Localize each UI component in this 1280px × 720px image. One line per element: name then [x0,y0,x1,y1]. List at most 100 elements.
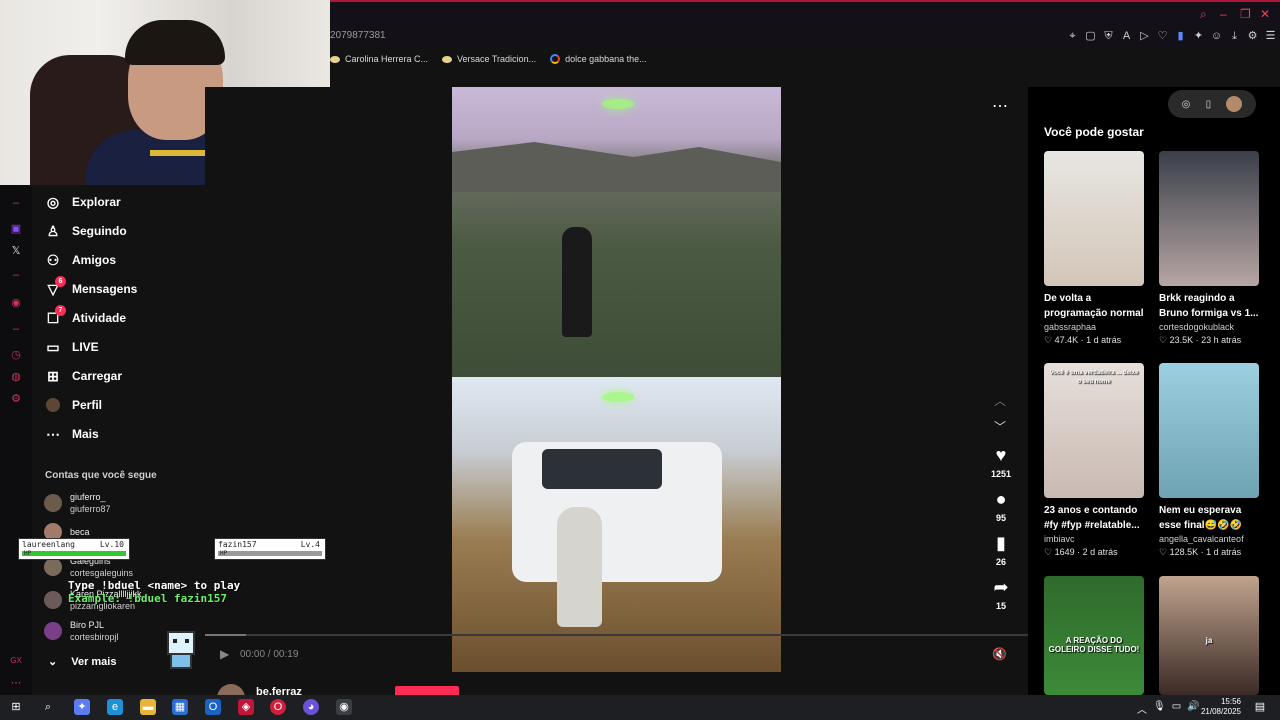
recommendation-card[interactable]: Brkk reagindo a Bruno formiga vs 1... cor… [1159,151,1259,346]
hp-bar [218,551,322,556]
maximize-icon[interactable]: ❐ [1240,8,1252,20]
gear-icon[interactable]: ⚙ [10,393,22,405]
download-icon[interactable]: ⤓ [1228,30,1241,43]
bookmark-item[interactable]: Carolina Herrera C... [330,54,428,64]
outlook-icon[interactable]: O [205,699,221,715]
card-username[interactable]: imbiavc [1044,534,1144,544]
store-icon[interactable]: ▦ [172,699,188,715]
card-title[interactable]: 23 anos e contando #fy #fyp #relatable..… [1044,503,1144,533]
obs-icon[interactable]: ◉ [336,699,352,715]
recommendation-card[interactable]: Nem eu esperava esse final😅🤣🤣 angella_cav… [1159,363,1259,558]
more-options-icon[interactable]: ⋯ [992,96,1008,116]
play-circle-icon[interactable]: ◉ [10,297,22,309]
opera-gx-icon[interactable]: O [270,699,286,715]
video-thumbnail[interactable]: ja [1159,576,1259,695]
mute-icon[interactable]: 🔇 [992,647,1007,661]
battery-icon[interactable]: ▮ [1174,30,1187,43]
followed-account[interactable]: Biro PJL cortesbiropjl [44,619,119,643]
close-icon[interactable]: ✕ [1260,8,1272,20]
heart-icon[interactable]: ♡ [1156,30,1169,43]
minimize-icon[interactable]: – [1220,8,1232,20]
share-button[interactable]: ➦ 15 [988,577,1014,611]
recommendation-card[interactable]: Você é uma verdadeira ... deixe o seu no… [1044,363,1144,558]
avatar[interactable] [1226,96,1243,112]
search-icon[interactable]: ⌕ [1200,8,1212,20]
nav-mais[interactable]: ⋯ Mais [44,425,99,443]
recommendation-card[interactable]: A REAÇÃO DO GOLEIRO DISSE TUDO! [1044,576,1144,695]
chevron-up-icon[interactable]: ︿ [994,392,1006,409]
chat-icon[interactable]: ◍ [10,371,22,383]
more-icon[interactable]: ⋯ [10,677,22,689]
copilot-icon[interactable]: ✦ [74,699,90,715]
bookmark-item[interactable]: Versace Tradicion... [442,54,536,64]
video-progress-track[interactable] [205,634,1028,636]
pin-icon[interactable]: ⌖ [1066,30,1079,43]
nav-amigos[interactable]: ⚇ Amigos [44,251,116,269]
comment-button[interactable]: ● 95 [988,489,1014,523]
phone-icon[interactable]: ▯ [1206,99,1212,110]
settings-icon[interactable]: ⚙ [1246,30,1259,43]
nav-seguindo[interactable]: ♙ Seguindo [44,222,127,240]
like-button[interactable]: ♥ 1251 [988,445,1014,479]
video-thumbnail[interactable] [1159,151,1259,286]
compass-icon[interactable]: ◎ [1182,99,1191,110]
video-thumbnail[interactable] [1159,363,1259,498]
shield-app-icon[interactable]: ◈ [238,699,254,715]
account-user: giuferro87 [70,504,111,514]
video-thumbnail[interactable]: A REAÇÃO DO GOLEIRO DISSE TUDO! [1044,576,1144,695]
extensions-icon[interactable]: ✦ [1192,30,1205,43]
microphone-icon[interactable]: 🎙 [1153,701,1166,716]
nav-atividade[interactable]: ☐ 7 Atividade [44,305,127,327]
gx-icon[interactable]: GX [10,655,22,667]
card-username[interactable]: gabssraphaa [1044,322,1144,332]
nav-live[interactable]: ▭ LIVE [44,338,98,356]
network-icon[interactable]: ▭ [1172,701,1181,716]
account-icon[interactable]: ☺ [1210,30,1223,43]
menu-icon[interactable]: ☰ [1264,30,1277,43]
screenshot-icon[interactable]: ▢ [1084,30,1097,43]
more-icon: ⋯ [46,426,60,442]
translate-icon[interactable]: A [1120,30,1133,43]
edge-icon[interactable]: e [107,699,123,715]
search-icon[interactable]: ⌕ [40,699,56,715]
video-thumbnail[interactable]: Você é uma verdadeira ... deixe o seu no… [1044,363,1144,498]
save-count: 26 [995,557,1006,567]
save-button[interactable]: ▮ 26 [988,533,1014,567]
recommendation-card[interactable]: ja [1159,576,1259,695]
follow-button[interactable] [395,686,459,695]
chevron-up-icon[interactable]: ︿ [1137,701,1147,716]
followed-account[interactable]: giuferro_ giuferro87 [44,491,111,515]
shield-icon[interactable]: ⛨ [1102,30,1115,43]
url-fragment[interactable]: 2079877381 [330,30,386,41]
recommendation-card[interactable]: De volta a programação normal gabssraphaa… [1044,151,1144,346]
clock-icon[interactable]: ◷ [10,349,22,361]
x-icon[interactable]: 𝕏 [10,245,22,257]
thumbnail-caption: A REAÇÃO DO GOLEIRO DISSE TUDO! [1048,636,1140,654]
card-likes: 23.5K [1169,335,1194,345]
activity-icon: ☐ 7 [44,305,66,327]
card-title[interactable]: De volta a programação normal [1044,291,1144,321]
video-player[interactable] [452,87,781,672]
nav-carregar[interactable]: ⊞ Carregar [44,367,122,385]
nav-perfil[interactable]: Perfil [44,396,102,414]
video-thumbnail[interactable] [1044,151,1144,286]
folder-icon[interactable]: ▬ [140,699,156,715]
nav-label: Atividade [72,311,127,325]
card-title[interactable]: Brkk reagindo a Bruno formiga vs 1... [1159,291,1259,321]
nav-explorar[interactable]: ◎ Explorar [44,193,121,211]
bookmark-label: dolce gabbana the... [565,54,647,64]
play-icon[interactable]: ▶ [220,647,229,661]
see-more-button[interactable]: ⌄ Ver mais [48,655,116,669]
notification-icon[interactable]: ▤ [1252,699,1268,715]
play-icon[interactable]: ▷ [1138,30,1151,43]
chevron-down-icon[interactable]: ﹀ [994,418,1006,435]
nav-mensagens[interactable]: ▽ 6 Mensagens [44,276,137,298]
bookmark-item[interactable]: dolce gabbana the... [550,54,647,64]
windows-start-icon[interactable]: ⊞ [8,699,24,715]
card-title[interactable]: Nem eu esperava esse final😅🤣🤣 [1159,503,1259,533]
twitch-icon[interactable]: ▣ [10,223,22,235]
card-username[interactable]: cortesdogokublack [1159,322,1259,332]
taskbar-clock[interactable]: 15:56 21/08/2025 [1195,697,1241,717]
card-username[interactable]: angella_cavalcanteof [1159,534,1259,544]
discord-icon[interactable]: ◕ [303,699,319,715]
